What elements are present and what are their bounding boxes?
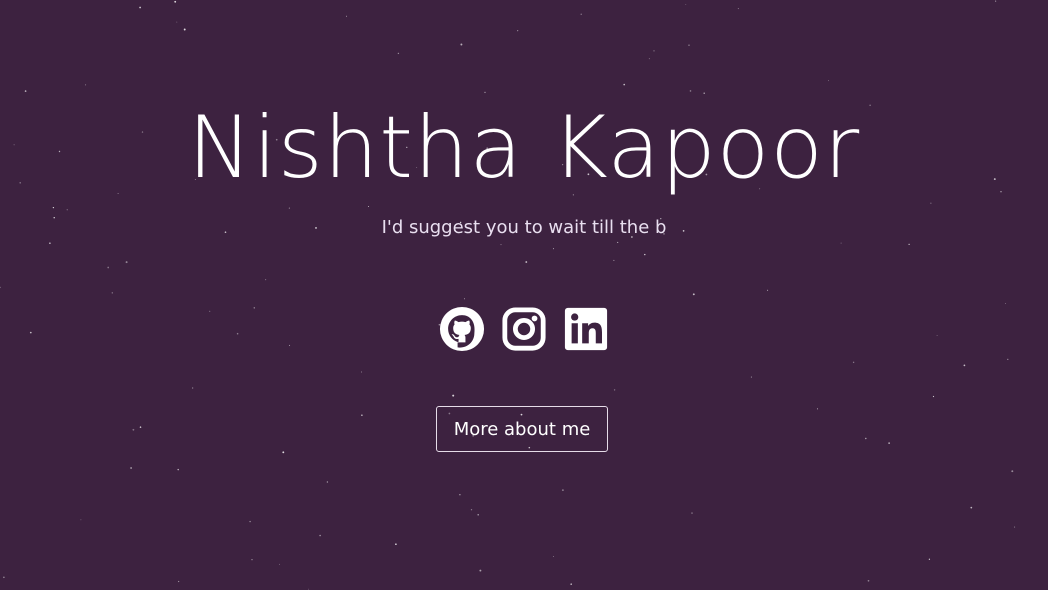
instagram-link[interactable] xyxy=(501,306,547,352)
more-about-me-button[interactable]: More about me xyxy=(436,406,608,452)
hero-name: Nishtha Kapoor xyxy=(187,98,861,198)
instagram-icon xyxy=(502,307,546,351)
github-icon xyxy=(439,306,485,352)
hero-section: Nishtha Kapoor I'd suggest you to wait t… xyxy=(0,0,1048,590)
social-links xyxy=(0,306,1048,352)
linkedin-icon xyxy=(564,307,608,351)
github-link[interactable] xyxy=(439,306,485,352)
linkedin-link[interactable] xyxy=(563,306,609,352)
hero-tagline: I'd suggest you to wait till the b xyxy=(381,217,667,238)
